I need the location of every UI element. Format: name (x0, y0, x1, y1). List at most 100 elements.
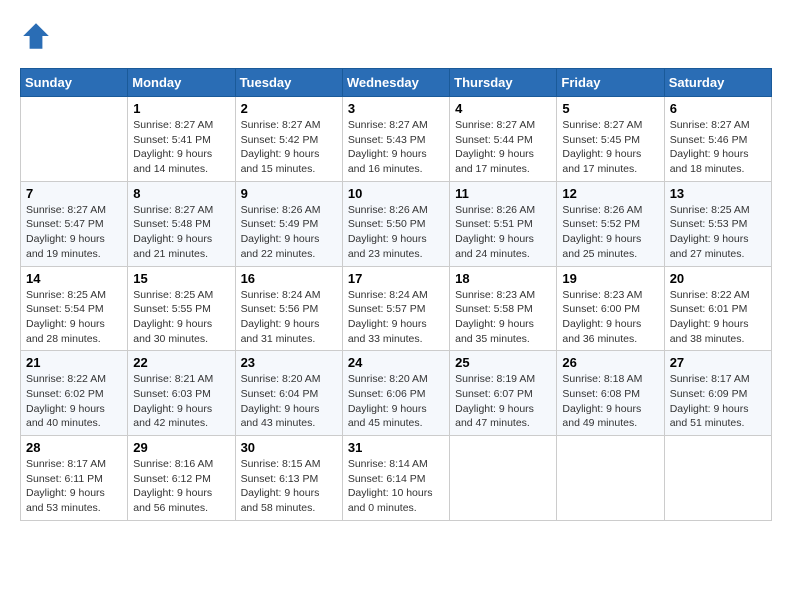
day-number: 23 (241, 355, 337, 370)
sunrise: Sunrise: 8:27 AM (562, 119, 642, 131)
calendar-cell: 1 Sunrise: 8:27 AM Sunset: 5:41 PM Dayli… (128, 97, 235, 182)
calendar-cell: 12 Sunrise: 8:26 AM Sunset: 5:52 PM Dayl… (557, 181, 664, 266)
day-number: 17 (348, 271, 444, 286)
sunrise: Sunrise: 8:20 AM (348, 373, 428, 385)
daylight: Daylight: 10 hours and 0 minutes. (348, 487, 433, 514)
calendar-week-1: 1 Sunrise: 8:27 AM Sunset: 5:41 PM Dayli… (21, 97, 772, 182)
sunrise: Sunrise: 8:25 AM (133, 289, 213, 301)
day-info: Sunrise: 8:15 AM Sunset: 6:13 PM Dayligh… (241, 457, 337, 516)
sunset: Sunset: 6:11 PM (26, 473, 103, 485)
daylight: Daylight: 9 hours and 17 minutes. (455, 148, 534, 175)
calendar-cell: 3 Sunrise: 8:27 AM Sunset: 5:43 PM Dayli… (342, 97, 449, 182)
sunrise: Sunrise: 8:21 AM (133, 373, 213, 385)
calendar-week-3: 14 Sunrise: 8:25 AM Sunset: 5:54 PM Dayl… (21, 266, 772, 351)
calendar-header-row: SundayMondayTuesdayWednesdayThursdayFrid… (21, 69, 772, 97)
sunset: Sunset: 6:14 PM (348, 473, 426, 485)
sunset: Sunset: 5:41 PM (133, 134, 211, 146)
day-info: Sunrise: 8:20 AM Sunset: 6:04 PM Dayligh… (241, 372, 337, 431)
sunrise: Sunrise: 8:19 AM (455, 373, 535, 385)
day-info: Sunrise: 8:16 AM Sunset: 6:12 PM Dayligh… (133, 457, 229, 516)
day-number: 16 (241, 271, 337, 286)
sunrise: Sunrise: 8:18 AM (562, 373, 642, 385)
sunrise: Sunrise: 8:17 AM (670, 373, 750, 385)
day-info: Sunrise: 8:14 AM Sunset: 6:14 PM Dayligh… (348, 457, 444, 516)
day-info: Sunrise: 8:23 AM Sunset: 5:58 PM Dayligh… (455, 288, 551, 347)
sunset: Sunset: 5:44 PM (455, 134, 533, 146)
calendar-cell: 14 Sunrise: 8:25 AM Sunset: 5:54 PM Dayl… (21, 266, 128, 351)
header-monday: Monday (128, 69, 235, 97)
sunset: Sunset: 6:06 PM (348, 388, 426, 400)
calendar-week-2: 7 Sunrise: 8:27 AM Sunset: 5:47 PM Dayli… (21, 181, 772, 266)
daylight: Daylight: 9 hours and 58 minutes. (241, 487, 320, 514)
sunrise: Sunrise: 8:24 AM (348, 289, 428, 301)
calendar-cell: 31 Sunrise: 8:14 AM Sunset: 6:14 PM Dayl… (342, 436, 449, 521)
day-number: 11 (455, 186, 551, 201)
daylight: Daylight: 9 hours and 49 minutes. (562, 403, 641, 430)
day-info: Sunrise: 8:27 AM Sunset: 5:48 PM Dayligh… (133, 203, 229, 262)
sunset: Sunset: 6:00 PM (562, 303, 640, 315)
day-number: 27 (670, 355, 766, 370)
sunset: Sunset: 5:52 PM (562, 218, 640, 230)
daylight: Daylight: 9 hours and 36 minutes. (562, 318, 641, 345)
day-info: Sunrise: 8:26 AM Sunset: 5:52 PM Dayligh… (562, 203, 658, 262)
calendar-cell: 5 Sunrise: 8:27 AM Sunset: 5:45 PM Dayli… (557, 97, 664, 182)
sunrise: Sunrise: 8:27 AM (241, 119, 321, 131)
daylight: Daylight: 9 hours and 22 minutes. (241, 233, 320, 260)
day-number: 2 (241, 101, 337, 116)
daylight: Daylight: 9 hours and 24 minutes. (455, 233, 534, 260)
daylight: Daylight: 9 hours and 15 minutes. (241, 148, 320, 175)
sunset: Sunset: 5:48 PM (133, 218, 211, 230)
calendar-cell: 20 Sunrise: 8:22 AM Sunset: 6:01 PM Dayl… (664, 266, 771, 351)
sunset: Sunset: 5:54 PM (26, 303, 104, 315)
day-number: 15 (133, 271, 229, 286)
calendar-cell (21, 97, 128, 182)
sunset: Sunset: 6:04 PM (241, 388, 319, 400)
day-number: 5 (562, 101, 658, 116)
sunset: Sunset: 6:13 PM (241, 473, 319, 485)
calendar-cell: 22 Sunrise: 8:21 AM Sunset: 6:03 PM Dayl… (128, 351, 235, 436)
sunset: Sunset: 6:12 PM (133, 473, 211, 485)
daylight: Daylight: 9 hours and 51 minutes. (670, 403, 749, 430)
daylight: Daylight: 9 hours and 53 minutes. (26, 487, 105, 514)
logo-icon (20, 20, 52, 52)
sunrise: Sunrise: 8:17 AM (26, 458, 106, 470)
daylight: Daylight: 9 hours and 42 minutes. (133, 403, 212, 430)
page-header (20, 20, 772, 52)
calendar-cell: 11 Sunrise: 8:26 AM Sunset: 5:51 PM Dayl… (450, 181, 557, 266)
sunrise: Sunrise: 8:22 AM (26, 373, 106, 385)
calendar-table: SundayMondayTuesdayWednesdayThursdayFrid… (20, 68, 772, 521)
sunrise: Sunrise: 8:25 AM (670, 204, 750, 216)
day-info: Sunrise: 8:23 AM Sunset: 6:00 PM Dayligh… (562, 288, 658, 347)
day-info: Sunrise: 8:27 AM Sunset: 5:41 PM Dayligh… (133, 118, 229, 177)
daylight: Daylight: 9 hours and 38 minutes. (670, 318, 749, 345)
sunrise: Sunrise: 8:27 AM (133, 119, 213, 131)
day-number: 1 (133, 101, 229, 116)
calendar-week-4: 21 Sunrise: 8:22 AM Sunset: 6:02 PM Dayl… (21, 351, 772, 436)
sunrise: Sunrise: 8:23 AM (562, 289, 642, 301)
calendar-cell: 17 Sunrise: 8:24 AM Sunset: 5:57 PM Dayl… (342, 266, 449, 351)
day-info: Sunrise: 8:22 AM Sunset: 6:01 PM Dayligh… (670, 288, 766, 347)
day-number: 9 (241, 186, 337, 201)
header-friday: Friday (557, 69, 664, 97)
day-info: Sunrise: 8:20 AM Sunset: 6:06 PM Dayligh… (348, 372, 444, 431)
calendar-cell: 8 Sunrise: 8:27 AM Sunset: 5:48 PM Dayli… (128, 181, 235, 266)
calendar-week-5: 28 Sunrise: 8:17 AM Sunset: 6:11 PM Dayl… (21, 436, 772, 521)
calendar-cell: 15 Sunrise: 8:25 AM Sunset: 5:55 PM Dayl… (128, 266, 235, 351)
calendar-cell: 25 Sunrise: 8:19 AM Sunset: 6:07 PM Dayl… (450, 351, 557, 436)
sunset: Sunset: 6:02 PM (26, 388, 104, 400)
calendar-cell: 16 Sunrise: 8:24 AM Sunset: 5:56 PM Dayl… (235, 266, 342, 351)
sunset: Sunset: 5:42 PM (241, 134, 319, 146)
calendar-cell: 6 Sunrise: 8:27 AM Sunset: 5:46 PM Dayli… (664, 97, 771, 182)
day-info: Sunrise: 8:17 AM Sunset: 6:11 PM Dayligh… (26, 457, 122, 516)
day-number: 14 (26, 271, 122, 286)
sunset: Sunset: 5:57 PM (348, 303, 426, 315)
daylight: Daylight: 9 hours and 27 minutes. (670, 233, 749, 260)
day-info: Sunrise: 8:26 AM Sunset: 5:51 PM Dayligh… (455, 203, 551, 262)
day-number: 24 (348, 355, 444, 370)
daylight: Daylight: 9 hours and 18 minutes. (670, 148, 749, 175)
sunset: Sunset: 5:47 PM (26, 218, 104, 230)
sunrise: Sunrise: 8:26 AM (562, 204, 642, 216)
day-number: 19 (562, 271, 658, 286)
day-info: Sunrise: 8:22 AM Sunset: 6:02 PM Dayligh… (26, 372, 122, 431)
sunset: Sunset: 5:55 PM (133, 303, 211, 315)
